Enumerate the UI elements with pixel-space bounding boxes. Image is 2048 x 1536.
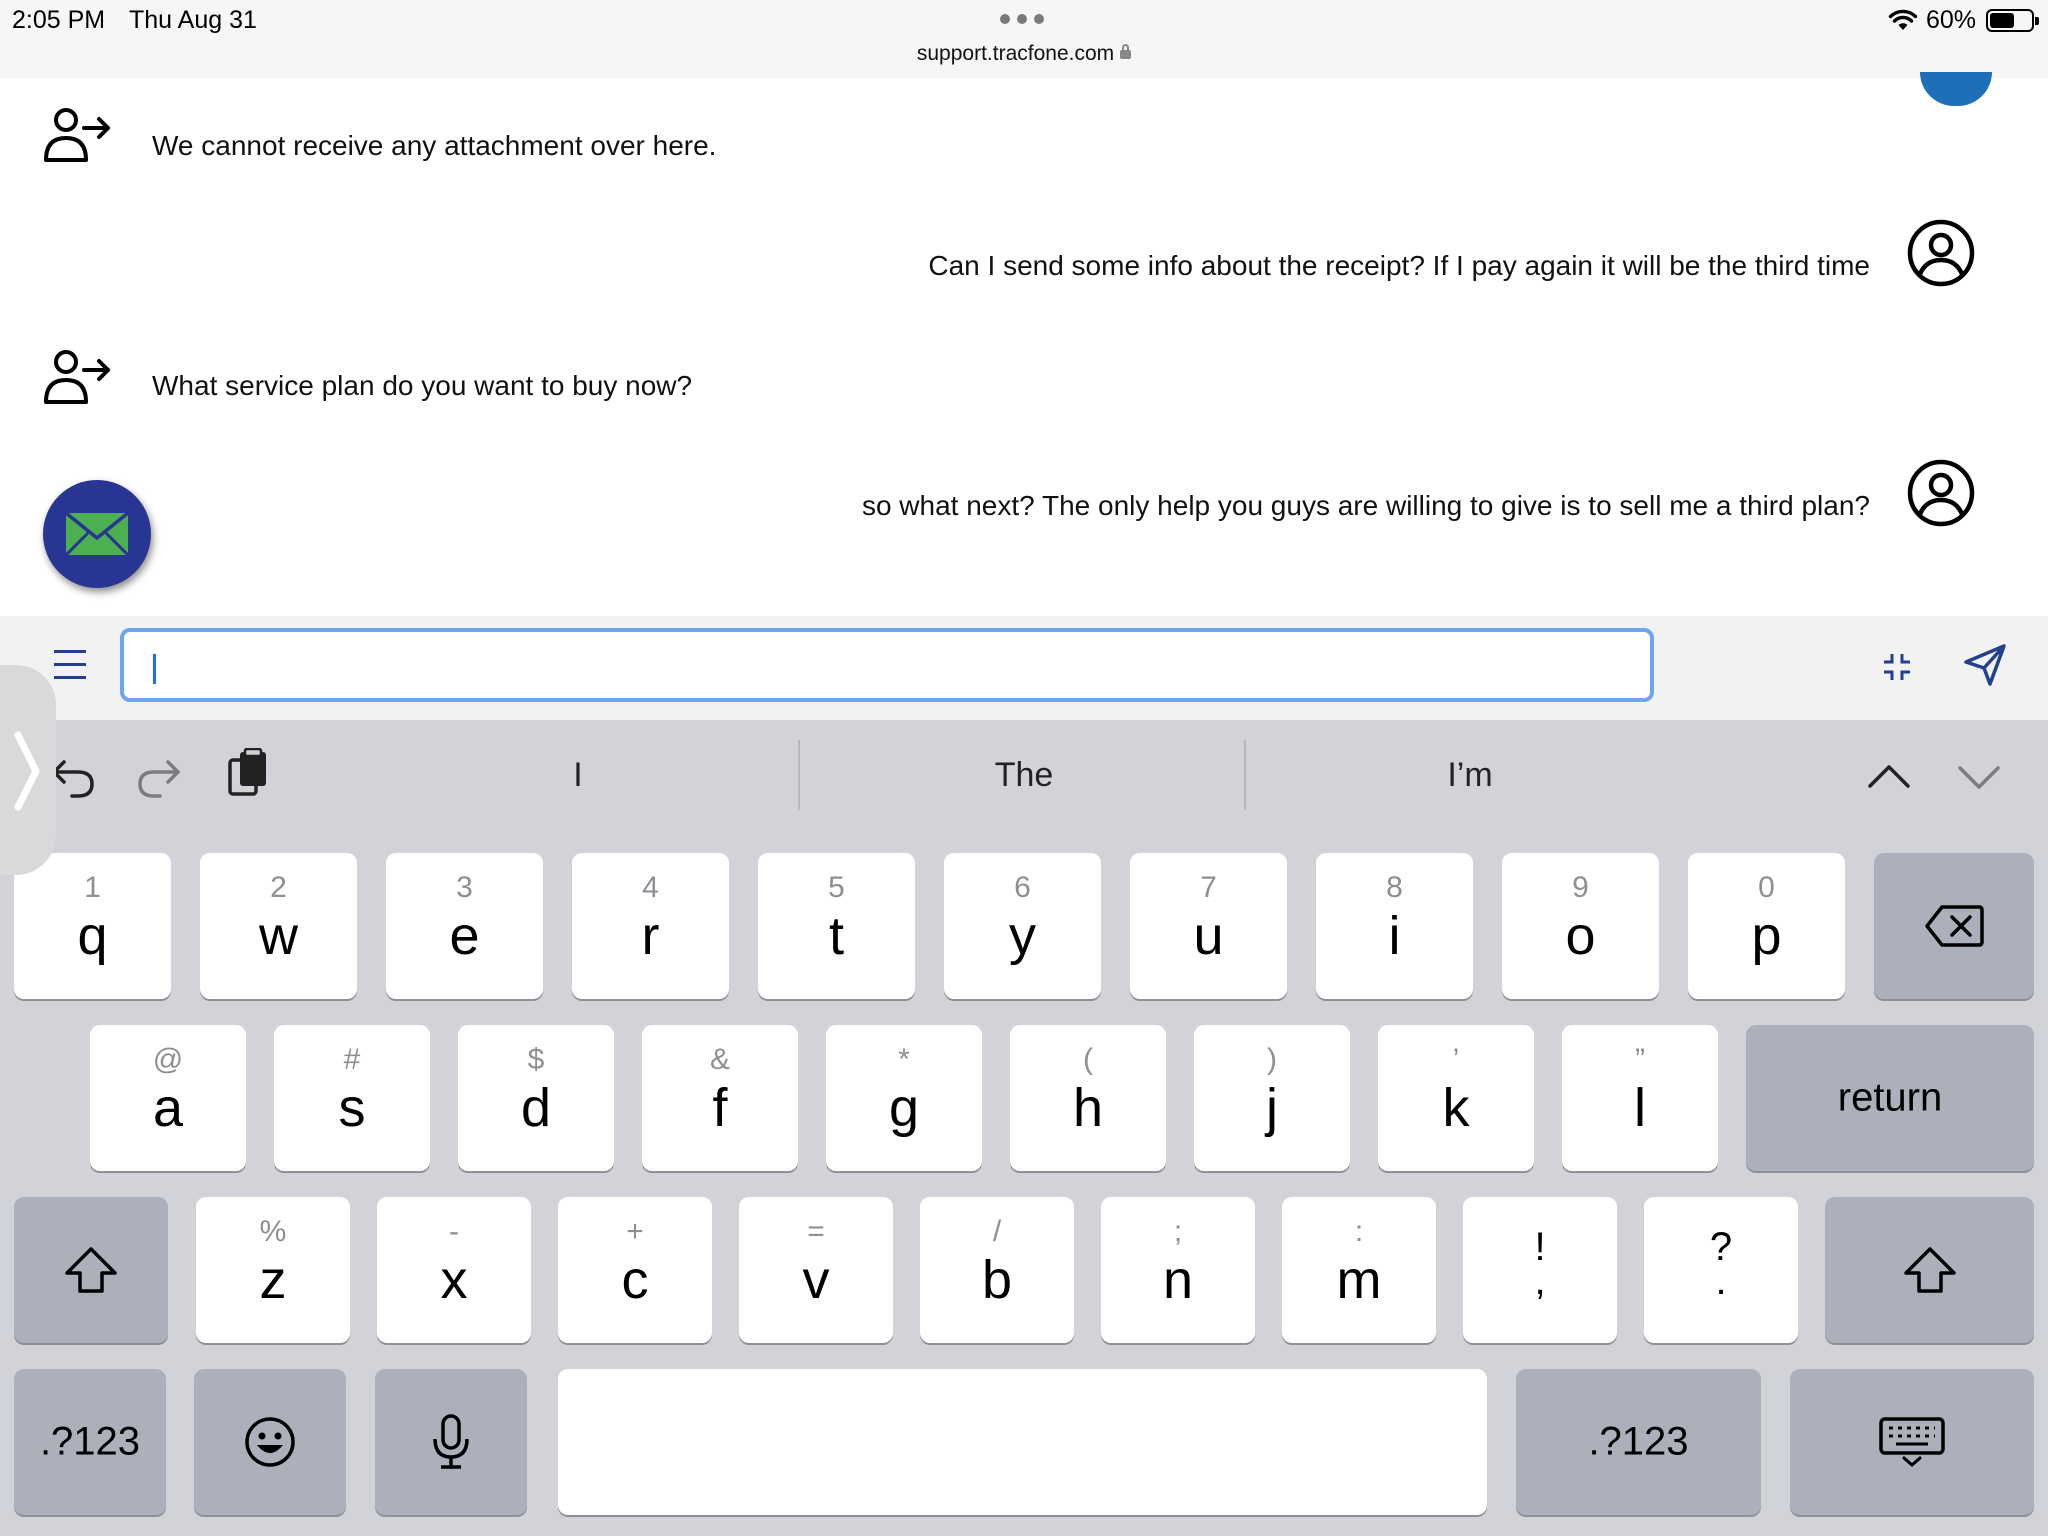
user-message: so what next? The only help you guys are…: [861, 490, 1870, 521]
key-s[interactable]: # s: [274, 1025, 430, 1171]
status-time: 2:05 PM: [12, 6, 106, 34]
chevron-right-icon: [14, 731, 40, 811]
clipboard-paste-icon[interactable]: [224, 748, 274, 798]
key-z[interactable]: % z: [196, 1197, 350, 1343]
key-u[interactable]: 7u: [1130, 853, 1287, 999]
mail-button[interactable]: [43, 480, 151, 588]
on-screen-keyboard: I The I’m 1q 2w 3e 4r 5t 6y 7u 8i 9o 0p …: [0, 720, 2048, 1536]
suggestion-divider: [1244, 740, 1246, 810]
key-o[interactable]: 9o: [1502, 853, 1659, 999]
keyboard-dismiss-icon: [1879, 1417, 1945, 1467]
lock-icon: [1120, 44, 1132, 59]
sidebar-expand-handle[interactable]: [0, 665, 56, 875]
multitasking-dots-icon[interactable]: [1000, 14, 1044, 24]
key-b[interactable]: / b: [920, 1197, 1074, 1343]
url-text: support.tracfone.com: [916, 42, 1115, 65]
shift-icon: [65, 1247, 117, 1293]
suggestion-divider: [798, 740, 800, 810]
user-circle-icon: [1907, 219, 1975, 287]
key-x[interactable]: -x: [377, 1197, 531, 1343]
microphone-icon: [433, 1414, 469, 1469]
key-w[interactable]: 2w: [200, 853, 357, 999]
key-y[interactable]: 6y: [944, 853, 1101, 999]
compose-bar: [0, 616, 2048, 720]
key-v[interactable]: = v: [739, 1197, 893, 1343]
key-exclamation-comma[interactable]: !,: [1463, 1197, 1617, 1343]
shift-key-right[interactable]: [1825, 1197, 2034, 1343]
text-caret: [153, 654, 156, 684]
compress-icon[interactable]: [1882, 652, 1912, 682]
user-circle-icon: [1907, 459, 1975, 527]
key-question-period[interactable]: ?.: [1644, 1197, 1798, 1343]
agent-avatar-icon: [1920, 72, 1992, 106]
person-arrow-icon: [44, 350, 110, 404]
send-icon[interactable]: [1962, 642, 2008, 688]
return-key[interactable]: return: [1746, 1025, 2034, 1171]
key-n[interactable]: ; n: [1101, 1197, 1255, 1343]
redo-icon[interactable]: [134, 752, 184, 802]
numbers-key-right[interactable]: .?123: [1516, 1369, 1761, 1515]
status-bar: 2:05 PM Thu Aug 31 support.tracfone.com …: [0, 0, 2048, 78]
key-e[interactable]: 3e: [386, 853, 543, 999]
backspace-icon: [1925, 905, 1984, 947]
suggestion-1[interactable]: I: [358, 756, 798, 795]
space-key[interactable]: [558, 1369, 1487, 1515]
key-r[interactable]: 4r: [572, 853, 729, 999]
key-d[interactable]: $ d: [458, 1025, 614, 1171]
key-k[interactable]: ’ k: [1378, 1025, 1534, 1171]
emoji-key[interactable]: [194, 1369, 346, 1515]
dismiss-keyboard-key[interactable]: [1790, 1369, 2034, 1515]
key-t[interactable]: 5t: [758, 853, 915, 999]
dictation-key[interactable]: [375, 1369, 527, 1515]
key-p[interactable]: 0p: [1688, 853, 1845, 999]
key-l[interactable]: ” l: [1562, 1025, 1718, 1171]
emoji-icon: [245, 1417, 295, 1467]
hamburger-menu-icon[interactable]: [52, 650, 92, 686]
key-i[interactable]: 8i: [1316, 853, 1473, 999]
key-q[interactable]: 1q: [14, 853, 171, 999]
suggestion-3[interactable]: I’m: [1250, 756, 1690, 795]
chevron-down-icon[interactable]: [1954, 752, 2004, 802]
agent-message: We cannot receive any attachment over he…: [152, 130, 717, 161]
shift-key-left[interactable]: [14, 1197, 168, 1343]
chat-transcript[interactable]: We cannot receive any attachment over he…: [0, 72, 2048, 616]
user-message: Can I send some info about the receipt? …: [928, 250, 1870, 281]
chat-message-input[interactable]: [120, 628, 1654, 702]
chevron-up-icon[interactable]: [1864, 752, 1914, 802]
key-j[interactable]: ) j: [1194, 1025, 1350, 1171]
wifi-icon: [1888, 8, 1918, 37]
battery-percent: 60%: [1926, 6, 1977, 34]
status-date: Thu Aug 31: [129, 6, 257, 34]
key-a[interactable]: @ a: [90, 1025, 246, 1171]
delete-key[interactable]: [1874, 853, 2034, 999]
shift-icon: [1903, 1247, 1956, 1293]
agent-message: What service plan do you want to buy now…: [152, 370, 693, 401]
key-f[interactable]: & f: [642, 1025, 798, 1171]
key-c[interactable]: + c: [558, 1197, 712, 1343]
battery-icon: [1986, 9, 2039, 32]
key-m[interactable]: :m: [1282, 1197, 1436, 1343]
person-arrow-icon: [44, 108, 110, 162]
key-h[interactable]: (h: [1010, 1025, 1166, 1171]
numbers-key-left[interactable]: .?123: [14, 1369, 166, 1515]
mail-icon: [65, 512, 129, 556]
url-bar[interactable]: support.tracfone.com: [0, 42, 2048, 66]
suggestion-2[interactable]: The: [804, 756, 1244, 795]
key-g[interactable]: * g: [826, 1025, 982, 1171]
